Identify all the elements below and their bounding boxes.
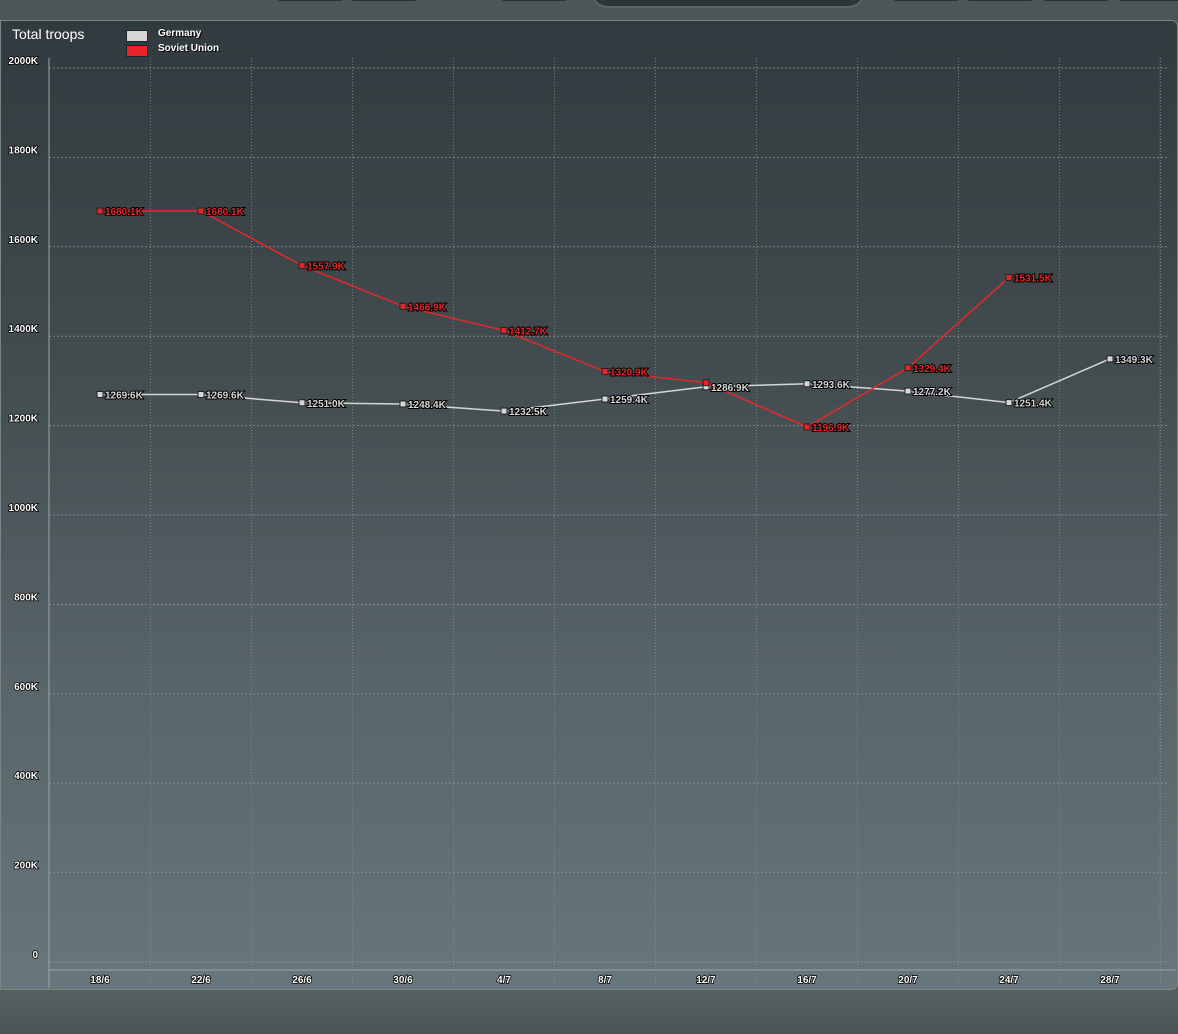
x-tick-label: 8/7 (598, 975, 612, 986)
legend-swatch-germany (126, 30, 148, 42)
data-label-germany: 1269.6K (206, 390, 245, 401)
y-tick-label: 1200K (9, 414, 39, 425)
data-point-soviet-union (500, 327, 508, 335)
x-tick-label: 22/6 (191, 975, 211, 986)
x-tick-label: 12/7 (696, 975, 716, 986)
data-point-germany (96, 390, 104, 398)
x-tick-label: 4/7 (497, 975, 511, 986)
x-tick-label: 24/7 (999, 975, 1019, 986)
data-label-germany: 1293.6K (812, 380, 851, 391)
y-tick-label: 1800K (9, 145, 39, 156)
x-tick-label: 16/7 (797, 975, 817, 986)
data-point-soviet-union (702, 379, 710, 387)
data-label-soviet-union: 1680.1K (105, 207, 144, 218)
y-tick-label: 0 (32, 950, 38, 961)
data-point-germany (601, 395, 609, 403)
data-point-germany (500, 407, 508, 415)
x-tick-label: 28/7 (1100, 975, 1120, 986)
x-tick-label: 26/6 (292, 975, 312, 986)
line-chart: 0 200K 400K 600K 800K 1000K 1200K 1400K 1600K 180… (8, 55, 1176, 988)
data-point-germany (399, 400, 407, 408)
x-tick-label: 30/6 (393, 975, 413, 986)
data-point-germany (904, 387, 912, 395)
legend: Germany Soviet Union (126, 28, 246, 58)
chart-title: Total troops (12, 26, 85, 42)
data-point-soviet-union (803, 423, 811, 431)
data-label-soviet-union: 1329.4K (913, 364, 952, 375)
data-label-germany: 1248.4K (408, 400, 447, 411)
y-tick-label: 400K (14, 771, 39, 782)
data-point-soviet-union (1005, 273, 1013, 281)
data-point-soviet-union (96, 207, 104, 215)
legend-swatch-soviet-union (126, 45, 148, 57)
y-tick-label: 1600K (9, 235, 39, 246)
data-label-soviet-union: 1196.9K (812, 423, 850, 434)
data-label-germany: 1349.3K (1115, 355, 1154, 366)
data-label-germany: 1251.4K (1014, 399, 1053, 410)
data-label-soviet-union: 1680.1K (206, 207, 245, 218)
data-point-germany (1106, 355, 1114, 363)
data-point-soviet-union (399, 302, 407, 310)
data-label-germany: 1232.5K (509, 407, 548, 418)
data-point-soviet-union (904, 364, 912, 372)
y-tick-label: 1000K (9, 503, 39, 514)
data-label-germany: 1251.0K (307, 399, 346, 410)
data-label-soviet-union: 1466.9K (408, 302, 447, 313)
data-label-soviet-union: 1531.5K (1014, 273, 1053, 284)
data-label-germany: 1277.2K (913, 387, 952, 398)
y-tick-label: 800K (14, 592, 39, 603)
x-tick-label: 20/7 (898, 975, 918, 986)
data-point-germany (298, 399, 306, 407)
y-tick-label: 1400K (9, 324, 39, 335)
legend-item-germany: Germany (126, 28, 246, 43)
data-point-germany (197, 390, 205, 398)
data-label-germany: 1286.9K (711, 383, 750, 394)
data-label-soviet-union: 1320.9K (610, 368, 649, 379)
data-point-soviet-union (197, 207, 205, 215)
legend-label-soviet-union: Soviet Union (158, 43, 220, 54)
data-point-germany (803, 380, 811, 388)
legend-item-soviet-union: Soviet Union (126, 43, 246, 58)
y-tick-label: 2000K (9, 56, 39, 67)
data-label-germany: 1269.6K (105, 390, 144, 401)
data-point-soviet-union (298, 262, 306, 270)
legend-label-germany: Germany (158, 28, 202, 39)
bottom-strip (0, 990, 1178, 1034)
data-point-soviet-union (601, 368, 609, 376)
data-point-germany (1005, 399, 1013, 407)
data-label-soviet-union: 1557.9K (307, 262, 346, 273)
x-tick-label: 18/6 (90, 975, 110, 986)
y-tick-label: 600K (14, 682, 39, 693)
y-tick-label: 200K (14, 861, 39, 872)
data-label-soviet-union: 1412.7K (509, 327, 548, 338)
data-label-germany: 1259.4K (610, 395, 649, 406)
